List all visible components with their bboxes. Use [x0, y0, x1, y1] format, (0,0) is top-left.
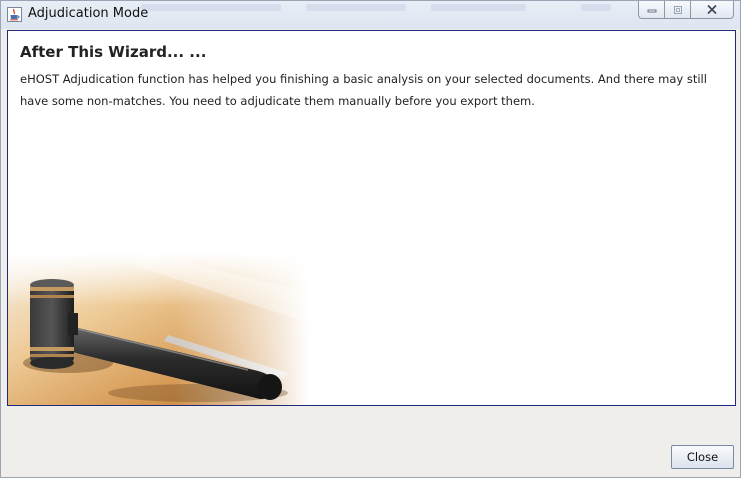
close-window-button[interactable]: [690, 1, 734, 19]
description-text: eHOST Adjudication function has helped y…: [20, 72, 707, 108]
adjudication-window: Adjudication Mode After This Wizard... .…: [0, 0, 741, 478]
ghost-row: [306, 4, 406, 11]
ghost-row: [581, 4, 611, 11]
page-title: After This Wizard... ...: [20, 43, 207, 61]
ghost-row: [431, 4, 526, 11]
window-controls: [638, 1, 734, 19]
maximize-button[interactable]: [664, 1, 690, 19]
wizard-content-panel: After This Wizard... ... eHOST Adjudicat…: [7, 30, 736, 406]
close-icon: [707, 4, 717, 15]
ghost-row: [141, 4, 281, 11]
dialog-footer: Close: [1, 406, 740, 477]
java-cup-icon: [7, 7, 22, 22]
minimize-button[interactable]: [638, 1, 664, 19]
title-bar[interactable]: Adjudication Mode: [1, 1, 740, 29]
window-title: Adjudication Mode: [28, 6, 149, 21]
minimize-icon: [647, 9, 656, 12]
maximize-icon: [673, 5, 682, 14]
gavel-photo: [8, 253, 309, 405]
close-button[interactable]: Close: [671, 445, 734, 469]
